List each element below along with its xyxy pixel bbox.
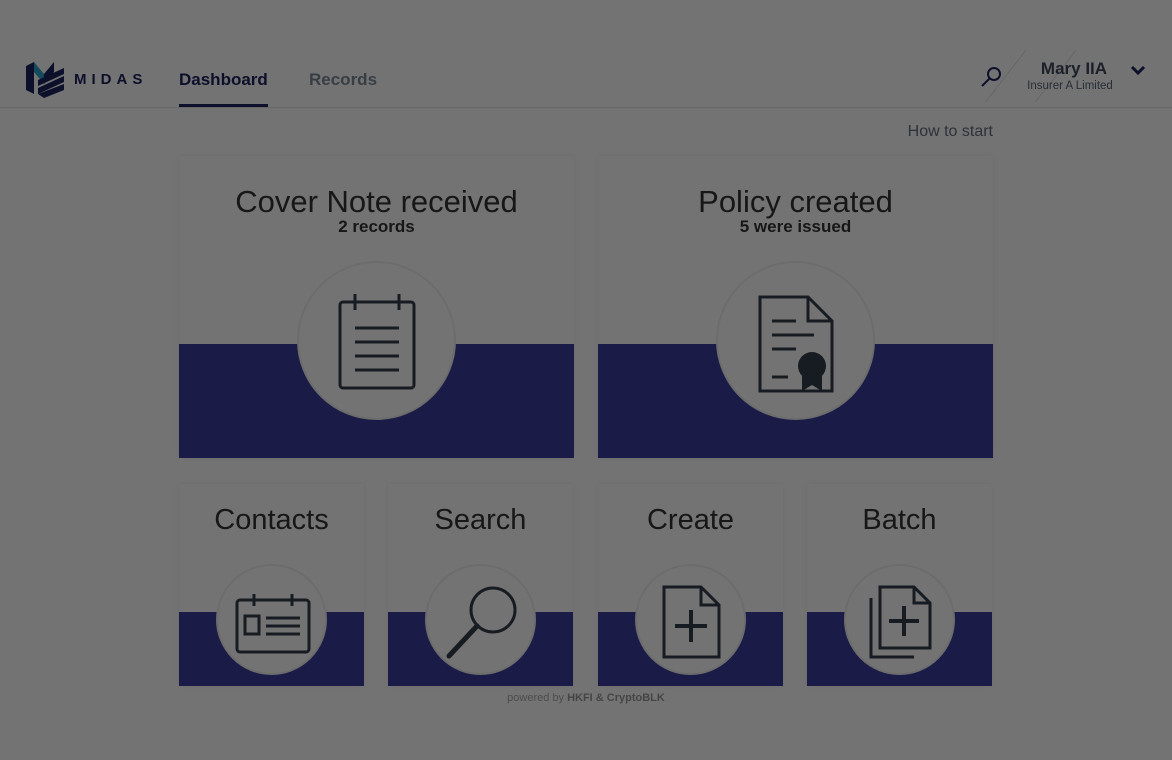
magnifier-icon <box>446 586 517 659</box>
footer-prefix: powered by <box>507 692 565 704</box>
card-title: Cover Note received <box>235 184 518 219</box>
card-icon-circle <box>216 564 327 675</box>
card-subtitle: 2 records <box>338 217 415 236</box>
logo-text: MIDAS <box>74 70 148 88</box>
card-title: Search <box>434 504 527 536</box>
policy-created-card[interactable]: Policy created 5 were issued <box>598 156 993 458</box>
card-icon-circle <box>425 564 536 675</box>
tab-dashboard[interactable]: Dashboard <box>179 70 268 107</box>
search-card[interactable]: Search <box>388 484 573 686</box>
create-card[interactable]: Create <box>598 484 783 686</box>
cover-note-card[interactable]: Cover Note received 2 records <box>179 156 574 458</box>
batch-documents-icon <box>869 585 932 659</box>
search-icon[interactable] <box>978 64 1004 90</box>
midas-logo-mark <box>26 62 64 98</box>
card-subtitle: 5 were issued <box>739 217 852 236</box>
card-icon-circle <box>716 261 875 420</box>
contacts-card[interactable]: Contacts <box>179 484 364 686</box>
dashboard-app: MIDAS Dashboard Records Mary IIA Insurer… <box>0 0 1172 760</box>
footer: powered by HKFI & CryptoBLK <box>0 692 1172 704</box>
certificate-document-icon <box>758 295 834 393</box>
card-title: Batch <box>862 504 937 536</box>
how-to-start-link[interactable]: How to start <box>908 123 993 141</box>
clipboard-icon <box>338 294 416 390</box>
card-icon-circle <box>297 261 456 420</box>
footer-brand: HKFI & CryptoBLK <box>567 692 665 704</box>
card-title: Create <box>646 504 735 536</box>
user-name[interactable]: Mary IIA <box>1020 59 1128 79</box>
card-icon-circle <box>844 564 955 675</box>
tab-records[interactable]: Records <box>309 70 377 104</box>
card-icon-circle <box>635 564 746 675</box>
batch-card[interactable]: Batch <box>807 484 992 686</box>
chevron-down-icon[interactable] <box>1128 60 1148 80</box>
new-document-icon <box>662 585 721 659</box>
modal-dim-overlay[interactable] <box>0 0 1172 760</box>
midas-logo[interactable]: MIDAS <box>24 60 147 98</box>
top-header: MIDAS Dashboard Records Mary IIA Insurer… <box>0 0 1172 108</box>
card-title: Contacts <box>214 504 329 536</box>
card-title: Policy created <box>698 184 893 219</box>
user-organisation: Insurer A Limited <box>1027 80 1113 92</box>
contact-card-icon <box>235 594 311 654</box>
